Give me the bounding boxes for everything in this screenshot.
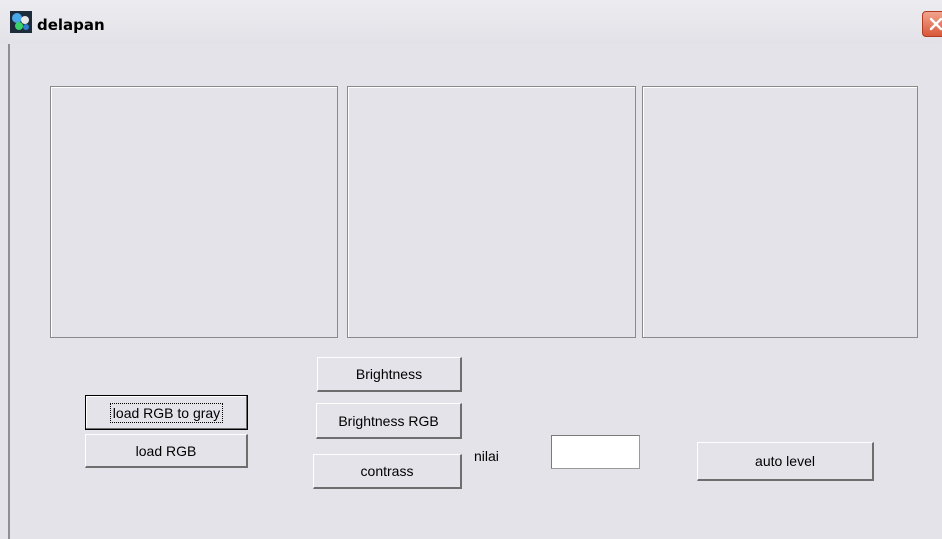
brightness-rgb-button[interactable]: Brightness RGB [316, 403, 462, 439]
brightness-button[interactable]: Brightness [317, 357, 462, 392]
load-rgb-button[interactable]: load RGB [85, 434, 248, 468]
brightness-rgb-button-label: Brightness RGB [338, 412, 439, 429]
load-rgb-to-gray-button[interactable]: load RGB to gray [85, 395, 248, 430]
auto-level-button[interactable]: auto level [697, 442, 874, 481]
title-bar[interactable]: delapan [0, 0, 942, 44]
window-left-border [8, 44, 10, 539]
contrass-button[interactable]: contrass [313, 454, 462, 489]
close-button[interactable] [922, 11, 942, 37]
nilai-label: nilai [474, 448, 499, 464]
contrass-button-label: contrass [360, 463, 414, 479]
app-icon [10, 11, 32, 33]
application-window: delapan Brightness Brightness RGB contra… [0, 0, 942, 539]
nilai-input[interactable] [551, 435, 640, 469]
auto-level-button-label: auto level [755, 453, 815, 469]
image-panel-left [50, 86, 338, 338]
load-rgb-button-label: load RGB [135, 442, 197, 459]
brightness-button-label: Brightness [355, 366, 423, 382]
window-title: delapan [37, 16, 105, 34]
load-rgb-to-gray-button-label: load RGB to gray [109, 402, 224, 423]
image-panel-middle [347, 86, 636, 338]
image-panel-right [642, 86, 918, 338]
